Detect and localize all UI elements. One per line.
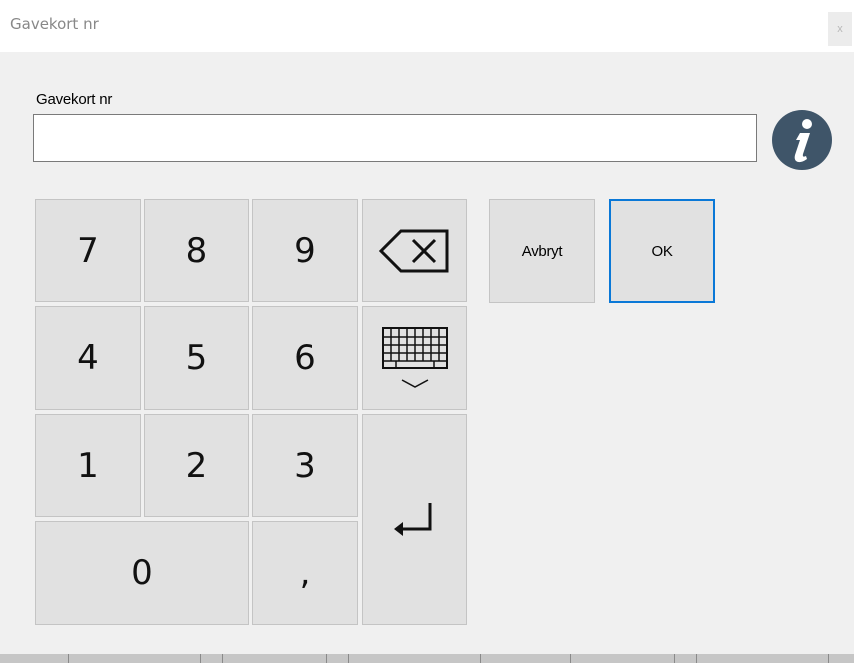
- info-icon[interactable]: [772, 110, 832, 170]
- enter-button[interactable]: [362, 414, 467, 625]
- gift-card-label: Gavekort nr: [36, 91, 113, 108]
- ok-button[interactable]: OK: [609, 199, 715, 303]
- key-7[interactable]: 7: [35, 199, 141, 302]
- key-3[interactable]: 3: [252, 414, 358, 517]
- cancel-button[interactable]: Avbryt: [489, 199, 595, 303]
- key-6[interactable]: 6: [252, 306, 358, 410]
- backspace-icon: [378, 229, 448, 272]
- backspace-button[interactable]: [362, 199, 467, 302]
- enter-icon: [393, 502, 431, 536]
- key-8[interactable]: 8: [144, 199, 249, 302]
- key-2[interactable]: 2: [144, 414, 249, 517]
- background-bottom-strip: [0, 654, 854, 663]
- title-bar: Gavekort nr x: [0, 0, 854, 52]
- key-comma[interactable]: ,: [252, 521, 358, 625]
- key-0[interactable]: 0: [35, 521, 249, 625]
- close-button[interactable]: x: [828, 12, 852, 46]
- key-4[interactable]: 4: [35, 306, 141, 410]
- key-9[interactable]: 9: [252, 199, 358, 302]
- keyboard-toggle-button[interactable]: [362, 306, 467, 410]
- key-1[interactable]: 1: [35, 414, 141, 517]
- keyboard-icon: [381, 327, 448, 388]
- gift-card-input[interactable]: [33, 114, 757, 162]
- window-title: Gavekort nr: [10, 15, 99, 33]
- key-5[interactable]: 5: [144, 306, 249, 410]
